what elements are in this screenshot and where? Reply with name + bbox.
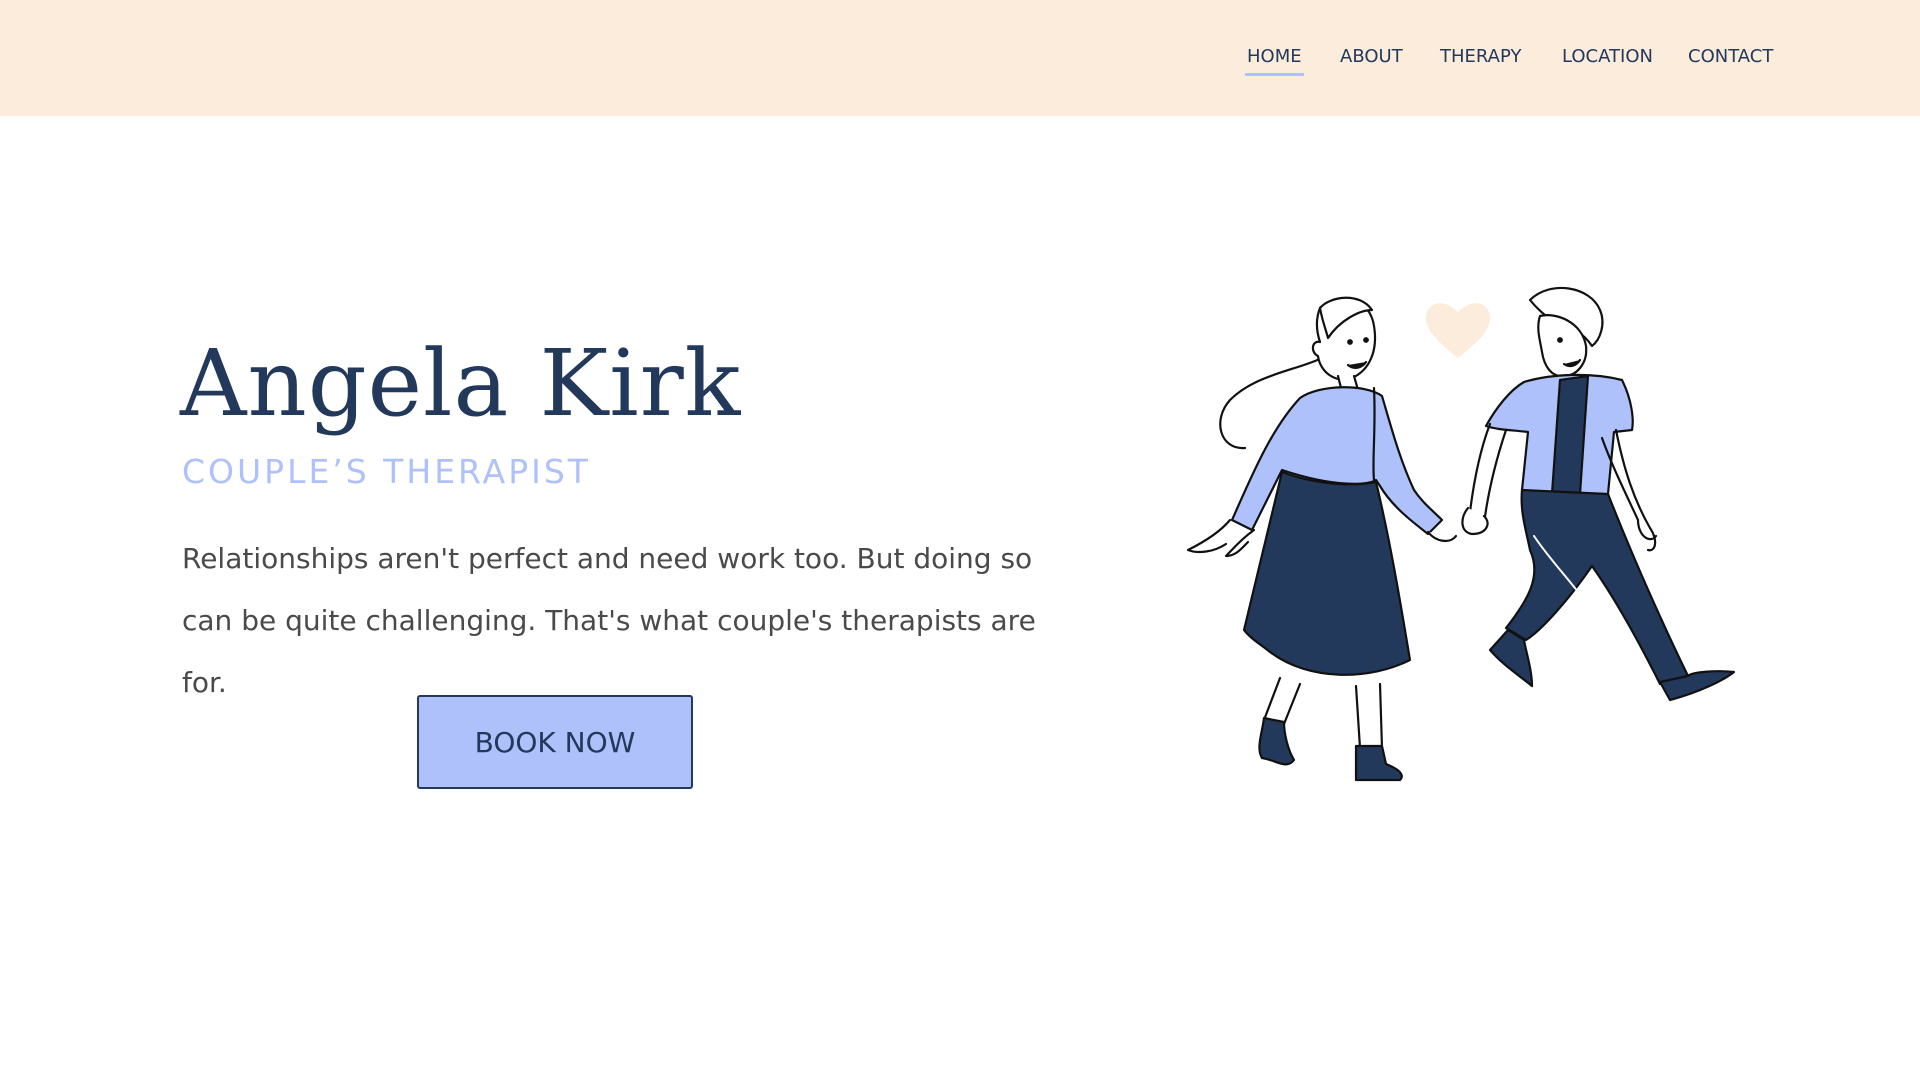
site-header: HOME ABOUT THERAPY LOCATION CONTACT [0, 0, 1920, 116]
heart-icon [1425, 303, 1491, 358]
woman-figure [1186, 296, 1458, 782]
nav-home[interactable]: HOME [1245, 46, 1304, 76]
book-now-button[interactable]: BOOK NOW [417, 695, 693, 789]
nav-location[interactable]: LOCATION [1562, 46, 1653, 67]
hero-subtitle: COUPLE’S THERAPIST [182, 452, 591, 491]
hero-description: Relationships aren't perfect and need wo… [182, 542, 1036, 699]
couple-illustration [1186, 286, 1736, 782]
nav-contact[interactable]: CONTACT [1688, 46, 1773, 67]
nav-about[interactable]: ABOUT [1340, 46, 1403, 67]
nav-therapy[interactable]: THERAPY [1440, 46, 1521, 67]
man-figure [1461, 286, 1736, 702]
hero-title: Angela Kirk [180, 330, 742, 437]
